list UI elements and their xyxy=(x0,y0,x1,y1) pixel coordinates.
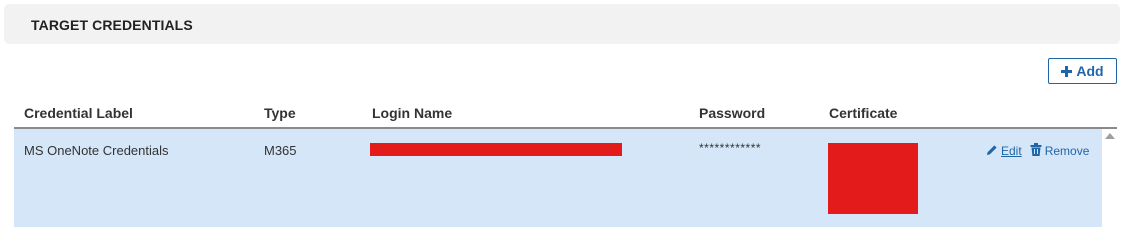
column-header-credential-label[interactable]: Credential Label xyxy=(24,105,133,121)
add-credential-button[interactable]: Add xyxy=(1048,58,1117,84)
column-header-password[interactable]: Password xyxy=(699,105,765,121)
plus-icon xyxy=(1061,65,1073,77)
remove-button[interactable]: Remove xyxy=(1030,143,1090,159)
row-actions: Edit Remove xyxy=(986,143,1089,159)
add-button-label: Add xyxy=(1076,63,1104,79)
pencil-icon xyxy=(986,144,998,159)
remove-label: Remove xyxy=(1044,144,1090,158)
login-name-redaction xyxy=(370,143,622,156)
certificate-redaction xyxy=(828,143,918,214)
section-title: TARGET CREDENTIALS xyxy=(31,17,193,33)
credential-label-cell: MS OneNote Credentials xyxy=(24,143,169,158)
edit-button[interactable]: Edit xyxy=(986,144,1022,159)
column-header-type[interactable]: Type xyxy=(264,105,296,121)
table-row[interactable]: MS OneNote Credentials M365 ************… xyxy=(14,129,1102,227)
vertical-scrollbar[interactable] xyxy=(1102,129,1117,227)
scroll-up-arrow-icon[interactable] xyxy=(1105,133,1115,139)
column-header-login-name[interactable]: Login Name xyxy=(372,105,452,121)
type-cell: M365 xyxy=(264,143,297,158)
section-header: TARGET CREDENTIALS xyxy=(4,4,1120,44)
table-header: Credential Label Type Login Name Passwor… xyxy=(14,96,1117,129)
password-cell: ************ xyxy=(699,141,762,155)
trash-icon xyxy=(1030,143,1042,159)
edit-label: Edit xyxy=(1001,144,1022,158)
page: TARGET CREDENTIALS Add Credential Label … xyxy=(0,0,1122,234)
column-header-certificate[interactable]: Certificate xyxy=(829,105,897,121)
